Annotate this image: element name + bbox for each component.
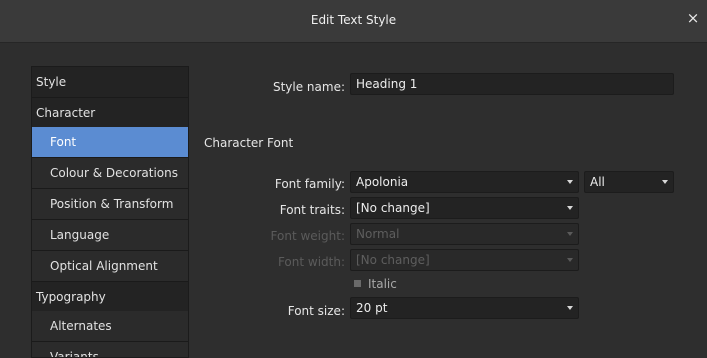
- sidebar-item-character[interactable]: Character: [32, 98, 188, 128]
- font-weight-value: Normal: [356, 227, 400, 241]
- font-size-label: Font size:: [287, 304, 345, 318]
- sidebar-item-variants[interactable]: Variants: [32, 342, 188, 357]
- font-width-select: [No change]: [350, 249, 579, 271]
- font-family-label: Font family:: [274, 177, 345, 191]
- style-name-value: Heading 1: [356, 77, 418, 91]
- font-family-value: Apolonia: [356, 175, 409, 189]
- close-icon[interactable]: ×: [684, 9, 702, 27]
- chevron-down-icon: [567, 180, 573, 184]
- font-width-label: Font width:: [277, 255, 345, 269]
- italic-label: Italic: [368, 277, 397, 291]
- dialog-title: Edit Text Style: [310, 13, 397, 27]
- font-weight-select: Normal: [350, 223, 579, 245]
- font-family-select[interactable]: Apolonia: [350, 171, 579, 193]
- chevron-down-icon: [662, 180, 668, 184]
- font-size-value: 20 pt: [356, 301, 388, 315]
- style-name-input[interactable]: Heading 1: [350, 73, 674, 95]
- font-traits-label: Font traits:: [279, 203, 345, 217]
- title-bar: Edit Text Style ×: [0, 0, 707, 43]
- font-weight-label: Font weight:: [270, 229, 345, 243]
- font-traits-value: [No change]: [356, 201, 430, 215]
- chevron-down-icon: [567, 306, 573, 310]
- sidebar-item-font[interactable]: Font: [32, 127, 188, 157]
- chevron-down-icon: [567, 206, 573, 210]
- font-width-value: [No change]: [356, 253, 430, 267]
- font-traits-select[interactable]: [No change]: [350, 197, 579, 219]
- font-filter-select[interactable]: All: [584, 171, 674, 193]
- chevron-down-icon: [567, 258, 573, 262]
- chevron-down-icon: [567, 232, 573, 236]
- font-size-select[interactable]: 20 pt: [350, 297, 579, 319]
- section-title: Character Font: [204, 136, 294, 150]
- italic-checkbox[interactable]: [354, 280, 361, 287]
- font-filter-value: All: [590, 175, 605, 189]
- style-name-label: Style name:: [272, 80, 345, 94]
